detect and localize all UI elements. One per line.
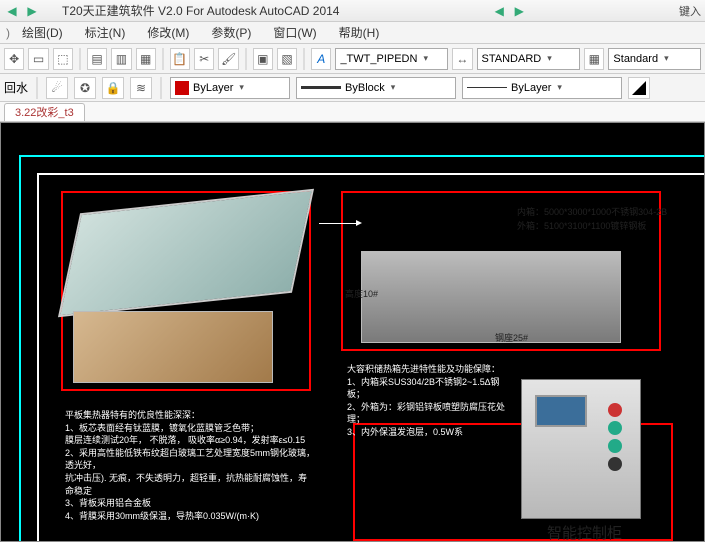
menu-help[interactable]: 帮助(H) (329, 22, 390, 43)
cabinet-black-btn-icon (608, 457, 622, 471)
dimstyle-combo[interactable]: STANDARD▾ (477, 48, 581, 70)
cabinet-screen (535, 395, 587, 427)
tool-hatch-icon[interactable]: ▧ (277, 48, 297, 70)
color-swatch-icon (175, 81, 189, 95)
tank-outer-dim: 外箱：5100*3100*1100镀锌钢板 (517, 219, 646, 232)
tool-zoom-ext-icon[interactable]: ▭ (28, 48, 48, 70)
nav-next[interactable]: ▶ (24, 3, 40, 19)
tank-base-label: 钢座25# (495, 331, 528, 344)
connector-arrow (319, 223, 359, 224)
nav-next-2[interactable]: ▶ (511, 3, 527, 19)
cabinet-green-btn-icon (608, 421, 622, 435)
properties-toolbar: 回水 ☄ ✪ 🔒 ≋ ByLayer▾ ByBlock▾ ByLayer▾ (0, 74, 705, 102)
menu-dim[interactable]: 标注(N) (75, 22, 136, 43)
swatch-bylayer-icon[interactable] (628, 77, 650, 99)
menu-param[interactable]: 参数(P) (201, 22, 261, 43)
linetype-combo[interactable]: ByBlock▾ (296, 77, 456, 99)
floor-heating-image (73, 311, 273, 383)
tablestyle-icon[interactable]: ▦ (584, 48, 604, 70)
lineweight-preview (467, 87, 507, 88)
color-combo[interactable]: ByLayer▾ (170, 77, 290, 99)
side-tool[interactable]: 回水 (4, 79, 28, 96)
cabinet-green-btn2-icon (608, 439, 622, 453)
color-value: ByLayer (193, 82, 233, 94)
tablestyle-combo[interactable]: Standard▾ (608, 48, 701, 70)
tool-cut-icon[interactable]: ✂ (194, 48, 214, 70)
tank-height-label: 高度10# (345, 287, 378, 300)
tank-inner-dim: 内箱：5000*3000*1000不锈钢304-2B (517, 205, 667, 218)
tool-block-icon[interactable]: ▣ (253, 48, 273, 70)
tool-sheet-icon[interactable]: ▦ (136, 48, 156, 70)
nav-prev[interactable]: ◀ (4, 3, 20, 19)
textstyle-a-icon[interactable]: A (311, 48, 331, 70)
textstyle-combo[interactable]: _TWT_PIPEDN▾ (335, 48, 448, 70)
doc-tab[interactable]: 3.22改彩_t3 (4, 103, 85, 121)
tool-layer-icon[interactable]: ▤ (87, 48, 107, 70)
app-title: T20天正建筑软件 V2.0 For Autodesk AutoCAD 2014 (62, 2, 339, 19)
tank-notes: 大容积储热箱先进特性能及功能保障： 1、内箱采SUS304/2B不锈钢2~1.5… (347, 363, 517, 439)
leading-paren: ) (6, 26, 10, 40)
dimstyle-icon[interactable]: ↔ (452, 48, 472, 70)
cabinet-red-light-icon (608, 403, 622, 417)
tool-pan-icon[interactable]: ✥ (4, 48, 24, 70)
water-tank-image (361, 251, 621, 343)
tool-props-icon[interactable]: ▥ (111, 48, 131, 70)
menu-window[interactable]: 窗口(W) (263, 22, 326, 43)
layer-state-icon[interactable]: ☄ (46, 77, 68, 99)
menu-draw[interactable]: 绘图(D) (12, 22, 73, 43)
drawing-canvas[interactable]: 平板集热器特有的优良性能深深： 1、板芯表面经有钛蓝膜，镀氧化蓝膜管乏色带； 膜… (0, 122, 705, 542)
menu-modify[interactable]: 修改(M) (137, 22, 199, 43)
tablestyle-value: Standard (613, 53, 658, 65)
tool-paste-icon[interactable]: 📋 (170, 48, 190, 70)
menu-bar: ) 绘图(D) 标注(N) 修改(M) 参数(P) 窗口(W) 帮助(H) (0, 22, 705, 44)
lineweight-value: ByLayer (511, 82, 551, 94)
cabinet-label: 智能控制柜 (547, 523, 622, 542)
tool-match-icon[interactable]: 🖌 (218, 48, 238, 70)
cabinet-buttons (597, 399, 633, 469)
solar-notes: 平板集热器特有的优良性能深深： 1、板芯表面经有钛蓝膜，镀氧化蓝膜管乏色带； 膜… (65, 409, 315, 522)
lineweight-combo[interactable]: ByLayer▾ (462, 77, 622, 99)
textstyle-value: _TWT_PIPEDN (340, 53, 417, 65)
linetype-value: ByBlock (345, 82, 385, 94)
layer-lock-icon[interactable]: 🔒 (102, 77, 124, 99)
layer-off-icon[interactable]: ✪ (74, 77, 96, 99)
dimstyle-value: STANDARD (482, 53, 542, 65)
document-tabs: 3.22改彩_t3 (0, 102, 705, 122)
main-toolbar: ✥ ▭ ⬚ ▤ ▥ ▦ 📋 ✂ 🖌 ▣ ▧ A _TWT_PIPEDN▾ ↔ S… (0, 44, 705, 74)
nav-prev-2[interactable]: ◀ (491, 3, 507, 19)
tool-zoom-win-icon[interactable]: ⬚ (53, 48, 73, 70)
linetype-preview (301, 86, 341, 89)
keyin-hint: 键入 (679, 3, 701, 19)
layer-match-icon[interactable]: ≋ (130, 77, 152, 99)
